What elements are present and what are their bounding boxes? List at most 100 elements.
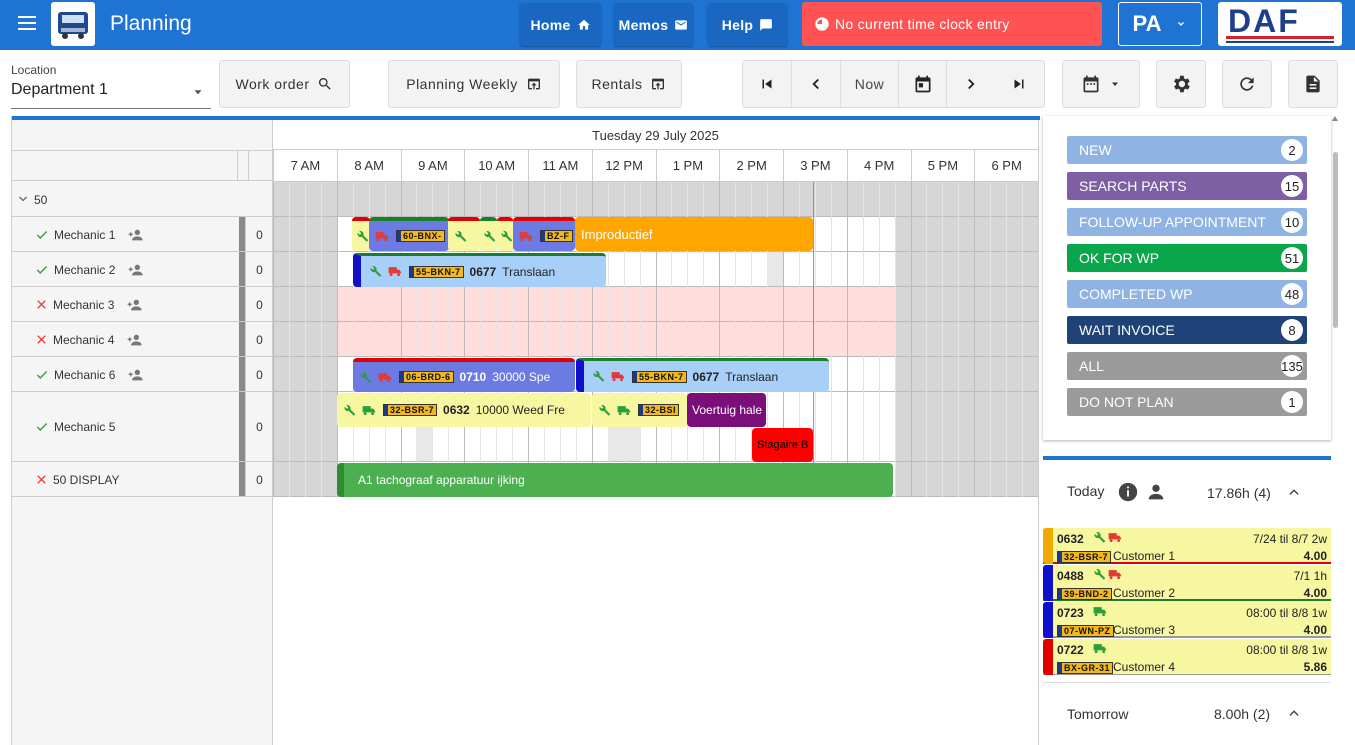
settings-button[interactable] [1156,60,1206,108]
today-job-card[interactable]: 0632 7/24 til 8/7 2w 32-BSR-7 Customer 1 4.0… [1043,528,1331,564]
brand-text: DAF [1228,3,1300,39]
job-text: Voertuig hale [692,403,763,417]
license-plate: 55-BKN-7 [632,370,687,383]
status-filter-new[interactable]: NEW 2 [1067,136,1307,164]
wrench-icon [344,404,356,416]
tomorrow-section-header[interactable]: Tomorrow 8.00h (2) [1043,682,1331,745]
truck-icon [1093,607,1107,617]
planned-job[interactable]: 32-BSR-7 0632 10000 Weed Fre [337,393,591,427]
truck-icon [375,231,389,241]
status-label: NEW [1079,142,1112,158]
today-job-card[interactable]: 0488 7/1 1h 39-BND-2 Customer 2 4.00 [1043,565,1331,601]
status-filter-search-parts[interactable]: SEARCH PARTS 15 [1067,172,1307,200]
document-icon [1306,75,1320,93]
calendar-view-button[interactable] [1062,60,1140,108]
chevron-up-icon[interactable] [1287,485,1301,499]
status-count: 8 [1281,319,1303,341]
truck-icon [1108,570,1122,580]
planned-job[interactable]: 32-BSI [592,393,687,427]
card-hours: 4.00 [1303,623,1327,637]
status-label: OK FOR WP [1079,250,1160,266]
planned-job[interactable]: Voertuig hale [687,393,766,427]
card-hours: 4.00 [1303,586,1327,600]
status-filter-wait-invoice[interactable]: WAIT INVOICE 8 [1067,316,1307,344]
status-count: 51 [1281,247,1303,269]
chevron-down-icon [1178,22,1185,26]
info-icon[interactable] [1117,481,1139,503]
card-job-number: 0632 [1057,532,1084,546]
card-job-number: 0488 [1057,569,1084,583]
refresh-icon [1240,77,1254,91]
card-customer: Customer 4 [1113,660,1176,674]
report-button[interactable] [1288,60,1338,108]
planned-job[interactable]: BZ-F [513,217,575,251]
user-menu[interactable]: PA [1118,2,1202,46]
status-label: SEARCH PARTS [1079,178,1187,194]
status-filter-follow-up-appointment[interactable]: FOLLOW-UP APPOINTMENT 10 [1067,208,1307,236]
status-filter-do-not-plan[interactable]: DO NOT PLAN 1 [1067,388,1307,416]
caret-down-icon [1112,82,1118,86]
today-job-card[interactable]: 0722 08:00 til 8/8 1w BX-GR-31 Customer 4 5.… [1043,639,1331,675]
planned-job[interactable]: 55-BKN-7 0677 Translaan [576,358,829,392]
planned-job[interactable]: A1 tachograaf apparatuur ijking [337,463,893,497]
tomorrow-hours: 8.00h (2) [1214,706,1271,722]
scroll-up-arrow[interactable] [1332,116,1338,121]
license-plate: 60-BNX- [396,230,445,242]
license-plate: 39-BND-2 [1057,588,1112,600]
planned-job[interactable] [480,217,497,251]
wrench-icon [501,230,513,242]
card-date-range: 7/1 1h [1293,569,1327,583]
gear-icon [1174,75,1190,93]
card-customer: Customer 2 [1113,586,1176,600]
truck-icon [611,372,625,382]
brand-logo: DAF [1218,2,1342,46]
license-plate: 55-BKN-7 [409,265,464,278]
planned-job[interactable]: 60-BNX- [369,217,449,251]
job-text: 10000 Weed Fre [475,403,565,417]
planned-job[interactable]: Stagaire B [752,428,813,462]
truck-icon [378,372,392,382]
status-filter-all[interactable]: ALL 135 [1067,352,1307,380]
license-plate: 07-WN-PZ [1057,625,1114,637]
person-icon[interactable] [1145,481,1167,503]
wrench-icon [360,371,372,383]
wrench-icon [1094,531,1106,543]
planned-job[interactable] [497,217,513,251]
wrench-icon [357,230,369,242]
wrench-icon [1094,568,1106,580]
today-job-card[interactable]: 0723 08:00 til 8/8 1w 07-WN-PZ Customer 3 4.… [1043,602,1331,638]
today-section-header[interactable]: Today 17.86h (4) [1043,460,1331,526]
license-plate: 32-BSR-7 [1057,551,1112,563]
planned-job[interactable]: 55-BKN-7 0677 Translaan [353,253,606,287]
job-number: 0710 [459,370,487,384]
job-number: 0632 [443,403,470,417]
status-label: DO NOT PLAN [1079,394,1174,410]
card-job-number: 0722 [1057,643,1084,657]
status-count: 15 [1281,175,1303,197]
status-label: FOLLOW-UP APPOINTMENT [1079,214,1266,230]
status-count: 135 [1281,355,1303,377]
status-count: 48 [1281,283,1303,305]
status-filter-completed-wp[interactable]: COMPLETED WP 48 [1067,280,1307,308]
planned-job[interactable] [448,217,480,251]
refresh-button[interactable] [1222,60,1272,108]
status-filter-ok-for-wp[interactable]: OK FOR WP 51 [1067,244,1307,272]
chevron-up-icon[interactable] [1287,706,1301,720]
tomorrow-label: Tomorrow [1067,706,1129,722]
job-number: 0677 [692,369,720,384]
truck-icon [519,231,533,241]
card-job-number: 0723 [1057,606,1084,620]
planned-job[interactable]: Improductief [575,217,813,251]
card-customer: Customer 1 [1113,549,1176,563]
planned-job[interactable] [352,217,370,251]
truck-icon [362,405,376,415]
calendar-icon [1083,75,1099,93]
job-text: Stagaire B [757,439,809,451]
card-customer: Customer 3 [1113,623,1176,637]
card-hours: 4.00 [1303,549,1327,563]
license-plate: 32-BSR-7 [383,404,438,416]
planned-job[interactable]: 06-BRD-6 0710 30000 Spe [353,358,575,392]
wrench-icon [484,230,496,242]
license-plate: BX-GR-31 [1057,662,1114,674]
scrollbar[interactable] [1333,152,1338,328]
